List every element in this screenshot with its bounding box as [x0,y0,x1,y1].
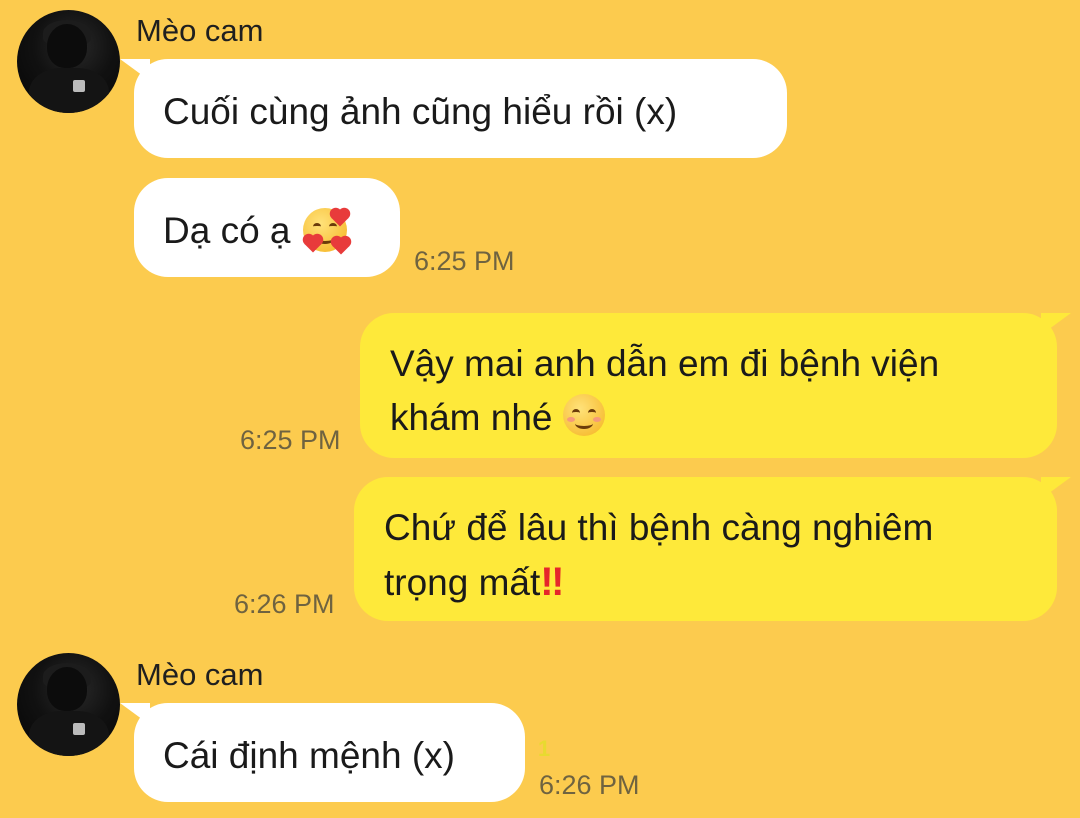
message-bubble-incoming[interactable]: Dạ có ạ [134,178,400,277]
double-exclamation-icon: ‼ [540,560,564,604]
message-text: Cuối cùng ảnh cũng hiểu rồi (x) [163,91,678,132]
message-bubble-outgoing[interactable]: Chứ để lâu thì bệnh càng nghiêm trọng mấ… [354,477,1071,621]
avatar[interactable] [17,10,120,113]
message-timestamp: 6:26 PM [539,770,640,800]
message-text: Vậy mai anh dẫn em đi bệnh viện khám nhé [390,343,940,438]
message-timestamp: 6:25 PM [240,425,341,455]
message-bubble-outgoing[interactable]: Vậy mai anh dẫn em đi bệnh viện khám nhé [360,313,1071,458]
sender-name: Mèo cam [136,657,264,692]
sender-name: Mèo cam [136,13,264,48]
unread-count: 1 [538,736,551,761]
message-text: Dạ có ạ [163,210,291,251]
message-text: Chứ để lâu thì bệnh càng nghiêm trọng mấ… [384,507,934,603]
message-bubble-incoming[interactable]: Cái định mệnh (x) [120,703,525,802]
message-timestamp: 6:26 PM [234,589,335,619]
message-bubble-incoming[interactable]: Cuối cùng ảnh cũng hiểu rồi (x) [120,59,787,158]
smiling-face-icon [562,394,605,436]
message-timestamp: 6:25 PM [414,246,515,276]
avatar[interactable] [17,653,120,756]
message-text: Cái định mệnh (x) [163,735,456,776]
smiling-face-with-hearts-icon [301,204,351,255]
